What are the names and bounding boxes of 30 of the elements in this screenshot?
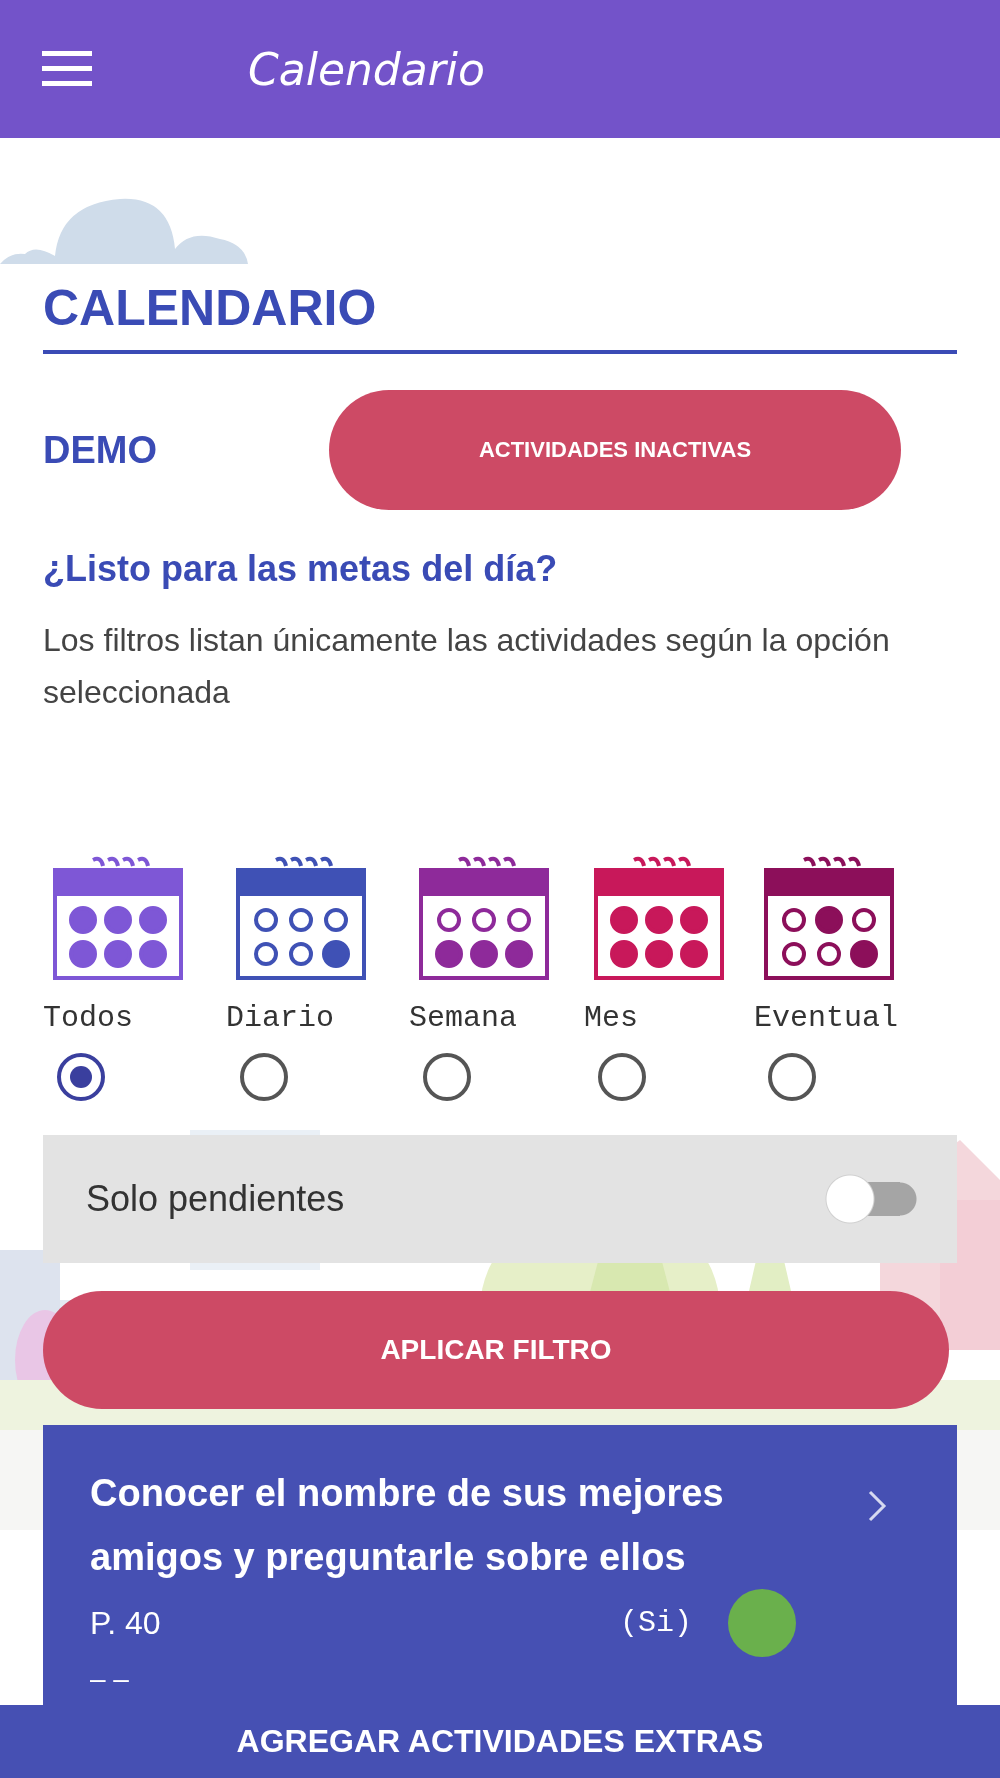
filter-label: Eventual xyxy=(754,1001,899,1035)
app-title: Calendario xyxy=(248,43,485,95)
extra-text: – – xyxy=(90,1663,130,1695)
add-extra-activities-button[interactable]: AGREGAR ACTIVIDADES EXTRAS xyxy=(0,1705,1000,1778)
radio-button[interactable] xyxy=(768,1053,816,1101)
filter-label: Semana xyxy=(409,1001,518,1035)
chevron-icon xyxy=(867,1489,887,1523)
radio-button[interactable] xyxy=(423,1053,471,1101)
activity-card[interactable]: Conocer el nombre de sus mejores amigos y preguntarle sobre ellos P. 40 (Si) – – xyxy=(43,1425,957,1705)
menu-icon[interactable] xyxy=(42,51,92,87)
activity-title: Conocer el nombre de sus mejores amigos y preguntarle sobre ellos xyxy=(90,1471,725,1580)
description-text: Los filtros listan únicamente las actividades según la opción seleccionada xyxy=(43,621,891,712)
pending-label: Solo pendientes xyxy=(86,1178,345,1220)
filter-label: Diario xyxy=(226,1001,335,1035)
user-name: DEMO xyxy=(43,428,158,472)
calendar-icon[interactable] xyxy=(236,856,366,981)
calendar-icon[interactable] xyxy=(419,856,549,981)
page-heading: CALENDARIO xyxy=(43,279,378,338)
filter-label: Mes xyxy=(584,1001,638,1035)
radio-button[interactable] xyxy=(240,1053,288,1101)
calendar-icon[interactable] xyxy=(764,856,894,981)
apply-filter-button[interactable]: APLICAR FILTRO xyxy=(43,1291,949,1409)
calendar-icon[interactable] xyxy=(594,856,724,981)
radio-button[interactable] xyxy=(57,1053,105,1101)
radio-button[interactable] xyxy=(598,1053,646,1101)
question-text: ¿Listo para las metas del día? xyxy=(43,548,559,590)
answer-text: (Si) xyxy=(620,1606,692,1640)
calendar-icon[interactable] xyxy=(53,856,183,981)
filter-label: Todos xyxy=(43,1001,133,1035)
points-text: P. 40 xyxy=(90,1604,162,1642)
